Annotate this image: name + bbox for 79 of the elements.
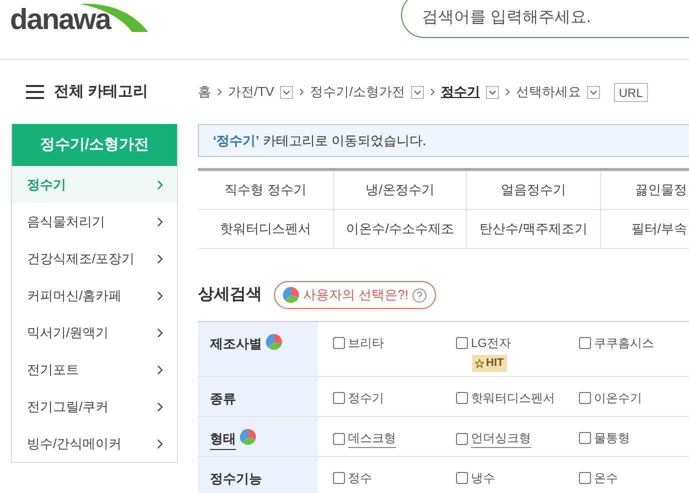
option-label[interactable]: 쿠쿠홈시스 xyxy=(594,334,654,352)
checkbox[interactable] xyxy=(579,392,591,404)
notice-banner: ‘정수기’ 카테고리로 이동되었습니다. xyxy=(198,124,689,157)
breadcrumb-link[interactable]: 정수기/소형가전 xyxy=(310,82,405,102)
pie-chart-icon[interactable] xyxy=(266,334,282,350)
sidebar-item[interactable]: 빙수/간식메이커 xyxy=(12,425,177,462)
checkbox[interactable] xyxy=(456,472,468,484)
star-icon xyxy=(475,358,484,368)
all-categories-label[interactable]: 전체 카테고리 xyxy=(54,80,148,104)
subcategory-link[interactable]: 핫워터디스펜서 xyxy=(198,210,334,248)
option-label[interactable]: 핫워터디스펜서 xyxy=(471,389,555,407)
subcategory-link[interactable]: 얼음정수기 xyxy=(467,171,601,209)
subcategory-link[interactable]: 필터/부속 xyxy=(601,210,689,248)
chevron-right-icon xyxy=(157,328,163,338)
option-label[interactable]: 이온수기 xyxy=(594,389,642,407)
breadcrumb-link[interactable]: 홈 xyxy=(198,82,211,102)
sidebar-item[interactable]: 커피머신/홈카페 xyxy=(12,277,177,314)
subcategory-link[interactable]: 끓인물정 xyxy=(601,171,689,209)
option-label[interactable]: 데스크형 xyxy=(348,429,396,448)
chevron-right-icon xyxy=(299,88,304,96)
chevron-right-icon xyxy=(157,402,163,412)
chevron-right-icon xyxy=(157,290,163,300)
checkbox[interactable] xyxy=(333,432,345,444)
detail-search-title: 상세검색 xyxy=(198,285,262,305)
sidebar-item[interactable]: 믹서기/원액기 xyxy=(12,314,177,351)
breadcrumb-link[interactable]: 가전/TV xyxy=(228,82,274,102)
chevron-right-icon xyxy=(157,438,163,448)
chevron-right-icon xyxy=(157,364,163,374)
option-label[interactable]: 물통형 xyxy=(594,429,630,447)
checkbox[interactable] xyxy=(456,432,468,444)
filter-label: 정수기능 xyxy=(210,470,262,488)
help-icon[interactable] xyxy=(412,288,428,302)
checkbox[interactable] xyxy=(333,337,345,349)
option-label[interactable]: 온수 xyxy=(594,469,618,487)
search-field[interactable]: 검색어를 입력해주세요. xyxy=(401,0,689,38)
sidebar-title: 정수기/소형가전 xyxy=(12,124,177,166)
option-label[interactable]: 정수 xyxy=(348,469,372,487)
chevron-right-icon xyxy=(217,88,222,96)
subcategory-link[interactable]: 탄산수/맥주제조기 xyxy=(467,210,601,248)
option-label[interactable]: 언더싱크형 xyxy=(471,429,531,448)
chevron-right-icon xyxy=(430,88,435,96)
checkbox[interactable] xyxy=(579,337,591,349)
checkbox[interactable] xyxy=(333,392,345,404)
chevron-right-icon xyxy=(157,254,163,264)
chevron-right-icon xyxy=(504,88,510,96)
menu-icon[interactable] xyxy=(26,85,44,99)
url-button[interactable]: URL xyxy=(614,82,648,102)
checkbox[interactable] xyxy=(456,337,468,349)
sidebar-item[interactable]: 음식물처리기 xyxy=(12,203,177,240)
hit-badge: HIT xyxy=(472,355,507,372)
sidebar-item[interactable]: 전기그릴/쿠커 xyxy=(12,388,177,425)
sidebar-item[interactable]: 건강식제조/포장기 xyxy=(12,240,177,277)
dropdown-toggle-icon[interactable] xyxy=(280,86,294,98)
subcategory-link[interactable]: 냉/온정수기 xyxy=(334,171,467,209)
chevron-right-icon xyxy=(157,180,163,190)
dropdown-toggle-icon[interactable] xyxy=(586,86,600,98)
checkbox[interactable] xyxy=(579,472,591,484)
chevron-right-icon xyxy=(157,216,163,226)
logo[interactable]: danawa xyxy=(10,6,110,35)
subcategory-link[interactable]: 직수형 정수기 xyxy=(198,171,334,209)
option-label[interactable]: 정수기 xyxy=(348,389,384,407)
option-label[interactable]: LG전자 xyxy=(471,334,512,352)
filter-label: 종류 xyxy=(210,390,236,408)
pie-chart-icon[interactable] xyxy=(283,287,299,303)
subcategory-link[interactable]: 이온수/수소수제조 xyxy=(334,210,467,248)
filter-label: 제조사별 xyxy=(210,335,262,353)
checkbox[interactable] xyxy=(456,392,468,404)
pie-chart-icon[interactable] xyxy=(240,429,256,445)
checkbox[interactable] xyxy=(579,432,591,444)
option-label[interactable]: 냉수 xyxy=(471,469,495,487)
checkbox[interactable] xyxy=(333,472,345,484)
sidebar-item[interactable]: 전기포트 xyxy=(12,351,177,388)
dropdown-toggle-icon[interactable] xyxy=(410,86,424,98)
user-choice-button[interactable]: 사용자의 선택은?! xyxy=(274,281,436,309)
filter-label[interactable]: 형태 xyxy=(210,429,236,450)
breadcrumb-link[interactable]: 정수기 xyxy=(440,82,480,102)
option-label[interactable]: 브리타 xyxy=(348,334,384,352)
breadcrumb-link[interactable]: 선택하세요 xyxy=(516,82,581,102)
dropdown-toggle-icon[interactable] xyxy=(486,86,499,98)
